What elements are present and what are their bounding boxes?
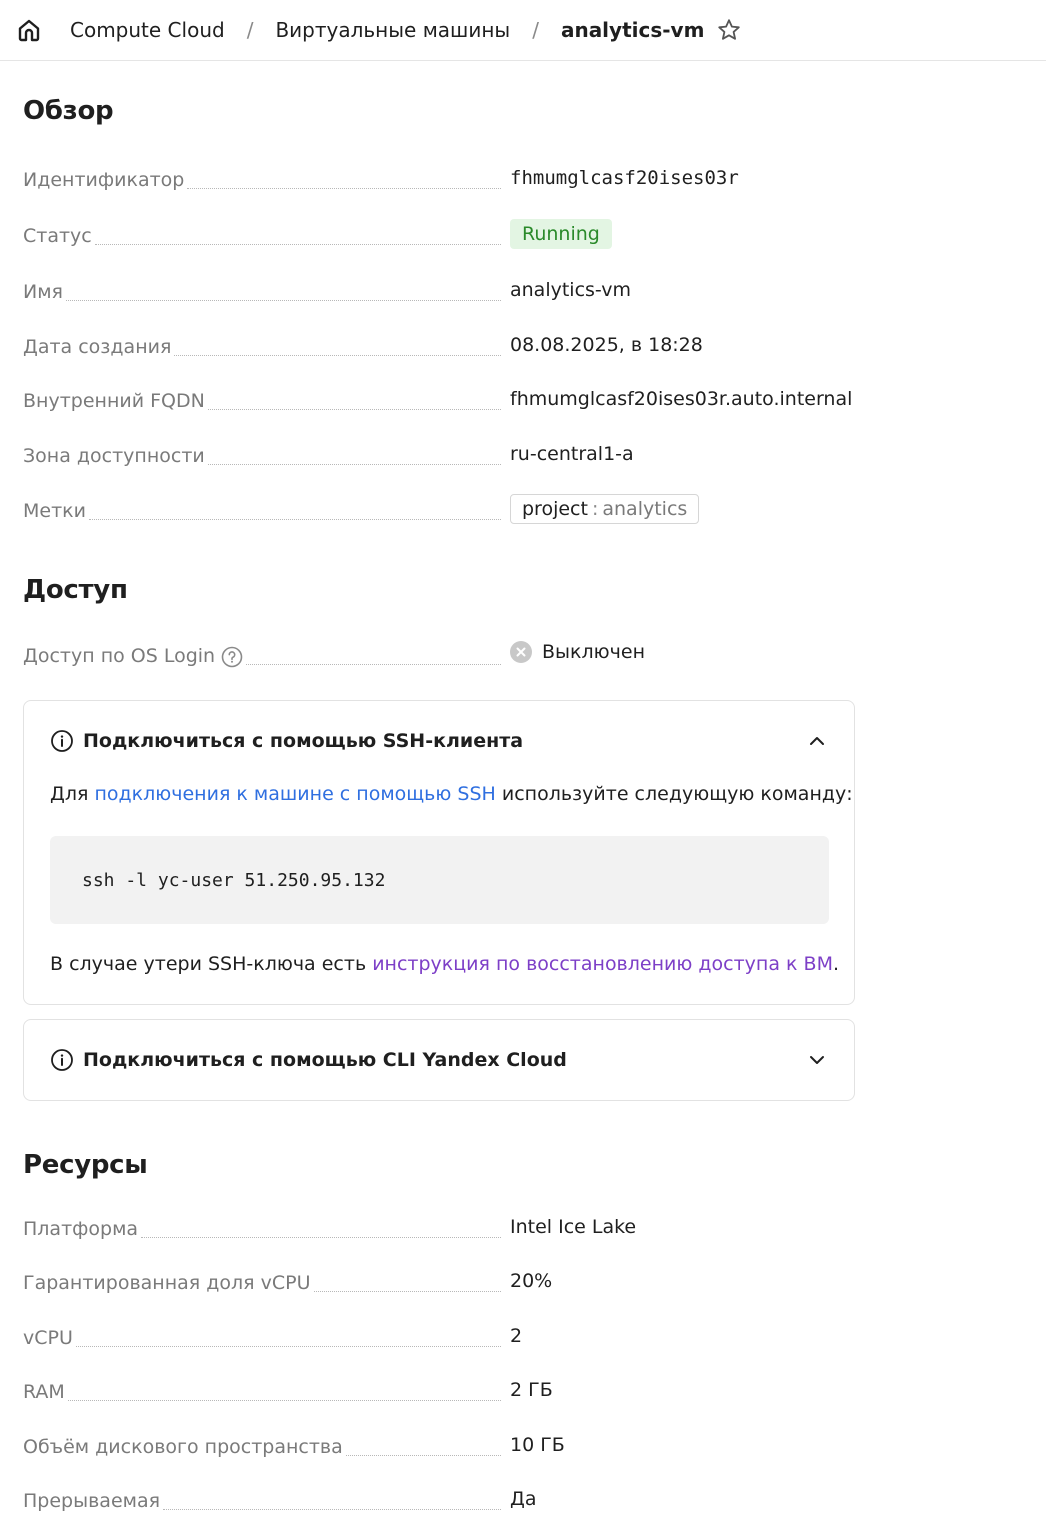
- row-status: Статус Running: [23, 219, 1003, 249]
- section-title-access: Доступ: [23, 575, 128, 605]
- row-id: Идентификатор fhmumglcasf20ises03r: [23, 163, 1003, 193]
- text-after: .: [832, 953, 840, 975]
- dotted-leader: [88, 519, 501, 520]
- help-icon[interactable]: [221, 646, 243, 668]
- row-label: Дата создания: [23, 336, 172, 358]
- info-icon: [50, 729, 74, 753]
- row-label: Идентификатор: [23, 169, 185, 191]
- cli-card-header[interactable]: Подключиться с помощью CLI Yandex Cloud: [50, 1045, 828, 1075]
- fqdn-value[interactable]: fhmumglcasf20ises03r.auto.internal: [510, 384, 852, 414]
- row-labels: Метки project: analytics: [23, 494, 1003, 524]
- row-label: Имя: [23, 281, 63, 303]
- dotted-leader: [187, 188, 501, 189]
- text-before: В случае утери SSH-ключа есть: [50, 953, 373, 975]
- dotted-leader: [345, 1455, 501, 1456]
- dotted-leader: [163, 1509, 501, 1510]
- vm-id-value[interactable]: fhmumglcasf20ises03r: [510, 163, 739, 193]
- dotted-leader: [141, 1237, 501, 1238]
- dotted-leader: [94, 244, 501, 245]
- chevron-up-icon[interactable]: [806, 730, 828, 752]
- row-platform: Платформа Intel Ice Lake: [23, 1212, 1003, 1242]
- row-created: Дата создания 08.08.2025, в 18:28: [23, 330, 1003, 360]
- disabled-x-icon: [510, 641, 532, 663]
- row-vcpu: vCPU 2: [23, 1321, 1003, 1351]
- text-before: Для: [50, 783, 95, 805]
- dotted-leader: [65, 300, 501, 301]
- row-label: Метки: [23, 500, 86, 522]
- status-badge: Running: [510, 219, 612, 249]
- zone-value: ru-central1-a: [510, 443, 634, 465]
- row-label: Прерываемая: [23, 1490, 161, 1512]
- cli-card-title: Подключиться с помощью CLI Yandex Cloud: [83, 1049, 567, 1071]
- row-name: Имя analytics-vm: [23, 275, 1003, 305]
- dotted-leader: [313, 1291, 501, 1292]
- recovery-text: В случае утери SSH-ключа есть инструкция…: [50, 953, 839, 975]
- created-date-value: 08.08.2025, в 18:28: [510, 334, 703, 356]
- row-zone: Зона доступности ru-central1-a: [23, 439, 1003, 469]
- core-fraction-value: 20%: [510, 1270, 553, 1292]
- breadcrumb-virtual-machines[interactable]: Виртуальные машины: [275, 18, 510, 42]
- tag-separator: :: [591, 498, 599, 520]
- ssh-command: ssh -l yc-user 51.250.95.132: [82, 869, 386, 891]
- disk-value: 10 ГБ: [510, 1434, 565, 1456]
- dotted-leader: [174, 355, 501, 356]
- preemptible-value: Да: [510, 1488, 537, 1510]
- ssh-card-title: Подключиться с помощью SSH-клиента: [83, 730, 524, 752]
- row-label: Доступ по OS Login: [23, 645, 216, 667]
- row-label: Платформа: [23, 1218, 139, 1240]
- section-title-resources: Ресурсы: [23, 1150, 148, 1180]
- dotted-leader: [207, 464, 501, 465]
- row-ram: RAM 2 ГБ: [23, 1375, 1003, 1405]
- row-label: Внутренний FQDN: [23, 390, 205, 412]
- cli-card[interactable]: Подключиться с помощью CLI Yandex Cloud: [23, 1019, 855, 1101]
- breadcrumb-separator: /: [532, 18, 539, 42]
- recovery-link[interactable]: инструкция по восстановлению доступа к В…: [372, 953, 833, 975]
- vcpu-value: 2: [510, 1325, 523, 1347]
- row-label: Зона доступности: [23, 445, 205, 467]
- breadcrumb: Compute Cloud / Виртуальные машины / ana…: [0, 0, 1046, 61]
- vm-name-value: analytics-vm: [510, 279, 632, 301]
- label-tag[interactable]: project: analytics: [510, 494, 700, 524]
- section-title-overview: Обзор: [23, 96, 114, 126]
- row-label: Гарантированная доля vCPU: [23, 1272, 311, 1294]
- text-after: используйте следующую команду:: [495, 783, 853, 805]
- ram-value: 2 ГБ: [510, 1379, 553, 1401]
- dotted-leader: [75, 1346, 501, 1347]
- breadcrumb-current: analytics-vm: [560, 18, 705, 42]
- chevron-down-icon[interactable]: [806, 1049, 828, 1071]
- breadcrumb-compute-cloud[interactable]: Compute Cloud: [70, 18, 225, 42]
- dotted-leader: [246, 664, 501, 665]
- tag-value: analytics: [602, 498, 688, 520]
- row-label: Объём дискового пространства: [23, 1436, 343, 1458]
- platform-value: Intel Ice Lake: [510, 1216, 637, 1238]
- tag-key: project: [522, 498, 588, 520]
- dotted-leader: [67, 1400, 501, 1401]
- row-label: RAM: [23, 1381, 65, 1403]
- dotted-leader: [207, 409, 501, 410]
- row-preemptible: Прерываемая Да: [23, 1484, 1003, 1514]
- star-icon[interactable]: [716, 17, 742, 43]
- ssh-docs-link[interactable]: подключения к машине с помощью SSH: [94, 783, 495, 805]
- ssh-card: Подключиться с помощью SSH-клиента Для п…: [23, 700, 855, 1005]
- row-label: Статус: [23, 225, 92, 247]
- os-login-status: Выключен: [542, 641, 645, 663]
- row-label: vCPU: [23, 1327, 73, 1349]
- ssh-instruction-text: Для подключения к машине с помощью SSH и…: [50, 783, 853, 805]
- ssh-card-header[interactable]: Подключиться с помощью SSH-клиента: [50, 726, 828, 756]
- row-fqdn: Внутренний FQDN fhmumglcasf20ises03r.aut…: [23, 384, 1003, 414]
- ssh-command-block[interactable]: ssh -l yc-user 51.250.95.132: [50, 836, 829, 924]
- row-core-fraction: Гарантированная доля vCPU 20%: [23, 1266, 1003, 1296]
- row-os-login: Доступ по OS Login Выключен: [23, 639, 1003, 669]
- row-disk: Объём дискового пространства 10 ГБ: [23, 1430, 1003, 1460]
- home-icon[interactable]: [16, 17, 42, 43]
- breadcrumb-separator: /: [246, 18, 254, 42]
- info-icon: [50, 1048, 74, 1072]
